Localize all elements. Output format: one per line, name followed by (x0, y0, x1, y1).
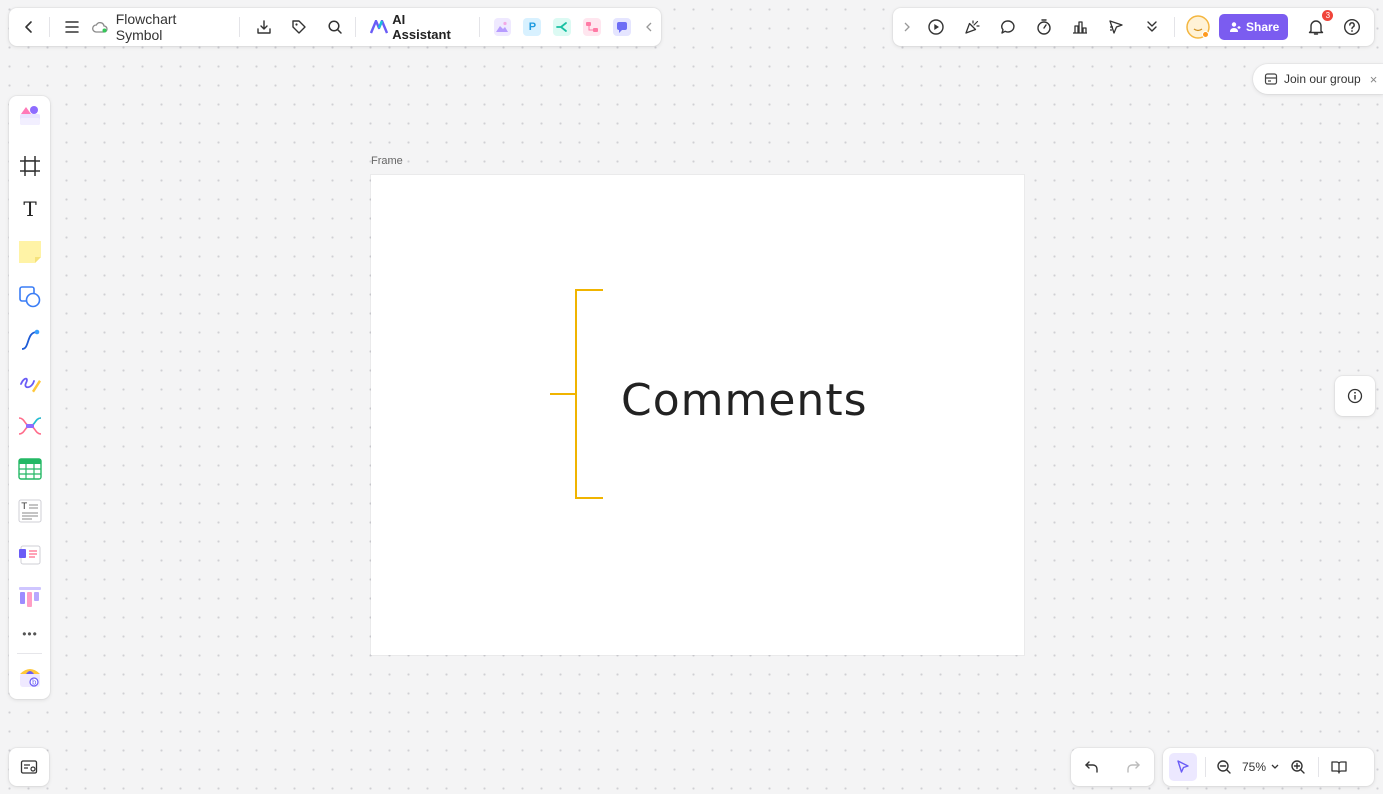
zoom-level[interactable]: 75% (1242, 760, 1266, 774)
zoom-bar: 75% (1163, 748, 1374, 786)
ai-assistant-button[interactable]: AI Assistant (364, 12, 472, 42)
image-ai-icon[interactable] (493, 18, 512, 36)
comment-icon[interactable] (996, 15, 1020, 39)
minimap-icon (20, 759, 38, 775)
follow-cursor-icon[interactable] (1104, 15, 1128, 39)
card-icon[interactable] (15, 540, 45, 570)
sticky-note-icon[interactable] (15, 237, 45, 267)
close-icon[interactable]: × (1370, 72, 1378, 87)
help-icon[interactable] (1340, 15, 1364, 39)
more-tools-icon[interactable] (1140, 15, 1164, 39)
p-app-icon[interactable]: P (523, 18, 542, 36)
redo-icon[interactable] (1121, 755, 1145, 779)
timer-icon[interactable] (1032, 15, 1056, 39)
top-toolbar-right: Share 3 (893, 8, 1374, 46)
info-button[interactable] (1335, 376, 1375, 416)
cloud-sync-icon (90, 15, 110, 39)
text-tool-icon[interactable]: T (15, 194, 45, 224)
more-icon[interactable]: ••• (15, 619, 45, 649)
share-button[interactable]: Share (1219, 14, 1289, 40)
vote-icon[interactable] (1068, 15, 1092, 39)
undo-icon[interactable] (1080, 755, 1104, 779)
table-icon[interactable] (15, 454, 45, 484)
kanban-icon[interactable] (15, 583, 45, 613)
zoom-dropdown-icon[interactable] (1268, 755, 1282, 779)
ai-assistant-label: AI Assistant (392, 12, 451, 42)
share-label: Share (1246, 20, 1280, 34)
collapse-left-icon[interactable] (637, 15, 661, 39)
mindmap-app-icon[interactable] (583, 18, 602, 36)
present-icon[interactable] (924, 15, 948, 39)
menu-icon[interactable] (60, 15, 84, 39)
celebrate-icon[interactable] (960, 15, 984, 39)
info-icon (1347, 388, 1363, 404)
mind-map-icon[interactable] (15, 411, 45, 441)
notification-badge: 3 (1322, 10, 1334, 21)
text-list-icon[interactable]: T (15, 496, 45, 526)
back-icon[interactable] (17, 15, 41, 39)
zoom-out-icon[interactable] (1212, 755, 1236, 779)
book-map-icon[interactable] (1327, 755, 1351, 779)
group-icon (1264, 72, 1278, 86)
templates-icon[interactable] (15, 100, 45, 130)
join-group-label[interactable]: Join our group (1284, 72, 1361, 86)
connector-icon[interactable] (15, 325, 45, 355)
ai-logo-icon (370, 20, 389, 34)
svg-text:T: T (21, 502, 28, 512)
comment-shape-text[interactable]: Comments (621, 375, 868, 426)
search-icon[interactable] (323, 15, 347, 39)
comment-bracket-shape[interactable] (545, 285, 609, 503)
svg-text:b: b (32, 679, 37, 687)
top-toolbar-left: Flowchart Symbol AI Assistant P (9, 8, 661, 46)
flow-app-icon[interactable] (553, 18, 572, 36)
notification-bell[interactable]: 3 (1304, 10, 1334, 39)
zoom-in-icon[interactable] (1286, 755, 1310, 779)
join-group-banner[interactable]: Join our group × (1253, 64, 1383, 94)
select-cursor-icon[interactable] (1169, 753, 1197, 781)
chat-app-icon[interactable] (613, 18, 632, 36)
add-user-icon (1229, 21, 1241, 33)
expand-right-icon[interactable] (895, 15, 919, 39)
undo-redo-bar (1071, 748, 1154, 786)
frame-icon[interactable] (15, 151, 45, 181)
document-title[interactable]: Flowchart Symbol (116, 11, 227, 43)
avatar[interactable] (1185, 14, 1211, 40)
tag-icon[interactable] (287, 15, 311, 39)
left-toolbar: T T ••• b (9, 96, 50, 699)
minimap-button[interactable] (9, 748, 49, 786)
plugins-icon[interactable]: b (15, 662, 45, 692)
pen-icon[interactable] (15, 368, 45, 398)
shapes-icon[interactable] (15, 282, 45, 312)
download-icon[interactable] (252, 15, 276, 39)
frame-label[interactable]: Frame (371, 155, 403, 167)
